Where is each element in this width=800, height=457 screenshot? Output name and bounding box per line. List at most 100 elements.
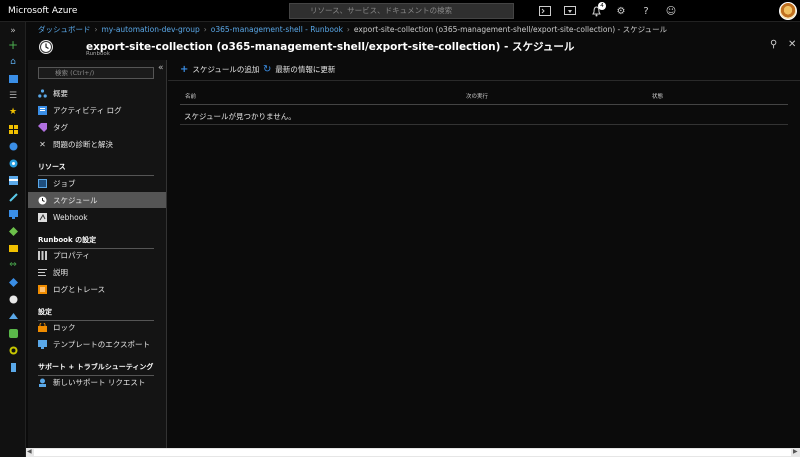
blade-header: export-site-collection (o365-management-… bbox=[26, 37, 800, 59]
column-header-next-run[interactable]: 次の実行 bbox=[466, 92, 488, 100]
close-icon[interactable]: ✕ bbox=[788, 39, 796, 50]
breadcrumb: ダッシュボード › my-automation-dev-group › o365-man… bbox=[38, 24, 667, 36]
menu-item-description[interactable]: 説明 bbox=[28, 264, 166, 280]
directory-filter-icon[interactable] bbox=[563, 4, 577, 18]
scroll-left-icon[interactable]: ◀ bbox=[27, 448, 32, 455]
menu-item-label: 問題の診断と解決 bbox=[53, 139, 113, 149]
page-subtitle: Runbook bbox=[86, 51, 110, 57]
menu-item-label: タグ bbox=[53, 122, 68, 132]
menu-item-label: ロック bbox=[53, 322, 76, 332]
clock-icon bbox=[38, 196, 47, 205]
menu-item-overview[interactable]: 概要 bbox=[28, 85, 166, 101]
main-content: + スケジュールの追加 ↻ 最新の情報に更新 名前 次の実行 状態 スケジュール… bbox=[168, 60, 800, 448]
cloud-shell-icon[interactable] bbox=[538, 4, 552, 18]
feedback-smiley-icon[interactable]: ☺ bbox=[664, 4, 678, 18]
breadcrumb-runbook-link[interactable]: o365-management-shell - Runbook bbox=[211, 25, 343, 34]
active-directory-icon[interactable] bbox=[7, 293, 19, 305]
overview-icon bbox=[38, 88, 47, 98]
dashboard-icon[interactable] bbox=[7, 73, 19, 85]
menu-item-new-support-request[interactable]: 新しいサポート リクエスト bbox=[28, 374, 166, 390]
menu-item-label: ジョブ bbox=[53, 178, 76, 188]
menu-item-label: 概要 bbox=[53, 88, 68, 98]
scrollbar-thumb[interactable] bbox=[34, 449, 791, 456]
menu-item-label: ログとトレース bbox=[53, 284, 106, 294]
create-resource-icon[interactable]: + bbox=[7, 38, 19, 52]
resource-menu: 検索 (Ctrl+/) « 概要 アクティビティ ログ タグ ✕ 問題の診断と解… bbox=[28, 60, 167, 448]
schedule-clock-icon bbox=[39, 40, 53, 54]
menu-item-schedules[interactable]: スケジュール bbox=[28, 192, 166, 208]
notifications-icon[interactable]: 4 bbox=[589, 2, 606, 18]
menu-item-locks[interactable]: ロック bbox=[28, 319, 166, 335]
menu-search-input[interactable]: 検索 (Ctrl+/) bbox=[38, 67, 154, 79]
webhook-icon bbox=[38, 212, 47, 222]
all-services-icon[interactable]: ☰ bbox=[7, 90, 19, 102]
menu-item-label: アクティビティ ログ bbox=[53, 105, 122, 115]
notification-count-badge: 4 bbox=[598, 2, 606, 10]
cost-management-icon[interactable] bbox=[7, 361, 19, 373]
menu-item-label: Webhook bbox=[53, 212, 88, 222]
expand-menu-icon[interactable]: » bbox=[7, 25, 19, 37]
load-balancer-icon[interactable] bbox=[7, 242, 19, 254]
tag-icon bbox=[38, 122, 47, 132]
section-resources: リソース bbox=[38, 162, 154, 176]
function-app-icon[interactable] bbox=[7, 174, 19, 186]
favorites-star-icon[interactable]: ★ bbox=[7, 106, 19, 118]
menu-item-properties[interactable]: プロパティ bbox=[28, 247, 166, 263]
virtual-machines-icon[interactable] bbox=[7, 225, 19, 237]
menu-item-jobs[interactable]: ジョブ bbox=[28, 175, 166, 191]
breadcrumb-resource-group-link[interactable]: my-automation-dev-group bbox=[102, 25, 200, 34]
menu-item-label: プロパティ bbox=[53, 250, 91, 260]
storage-accounts-icon[interactable]: ⇔ bbox=[7, 259, 19, 271]
pin-icon[interactable]: ⚲ bbox=[770, 39, 777, 50]
security-center-icon[interactable] bbox=[7, 344, 19, 356]
left-nav: » + ⌂ ☰ ★ ⇔ bbox=[0, 22, 26, 457]
cosmos-db-icon[interactable] bbox=[7, 208, 19, 220]
export-template-icon bbox=[38, 339, 47, 349]
virtual-networks-icon[interactable] bbox=[7, 276, 19, 288]
properties-icon bbox=[38, 250, 47, 260]
breadcrumb-separator: › bbox=[94, 25, 98, 34]
menu-item-label: 説明 bbox=[53, 267, 68, 277]
horizontal-scrollbar[interactable]: ◀ ▶ bbox=[26, 448, 800, 457]
page-title: export-site-collection (o365-management-… bbox=[86, 41, 575, 53]
menu-item-activity-log[interactable]: アクティビティ ログ bbox=[28, 102, 166, 118]
settings-gear-icon[interactable]: ⚙ bbox=[614, 4, 628, 18]
scroll-right-icon[interactable]: ▶ bbox=[793, 448, 798, 455]
menu-item-tags[interactable]: タグ bbox=[28, 119, 166, 135]
home-icon[interactable]: ⌂ bbox=[7, 56, 19, 68]
global-search-input[interactable]: リソース、サービス、ドキュメントの検索 bbox=[289, 3, 514, 19]
collapse-menu-icon[interactable]: « bbox=[158, 63, 164, 73]
brand-label[interactable]: Microsoft Azure bbox=[8, 6, 77, 16]
support-request-icon bbox=[38, 378, 47, 387]
menu-item-label: スケジュール bbox=[53, 195, 98, 205]
menu-item-logs[interactable]: ログとトレース bbox=[28, 281, 166, 297]
all-resources-icon[interactable] bbox=[7, 123, 19, 135]
resource-groups-icon[interactable] bbox=[7, 140, 19, 152]
user-avatar[interactable] bbox=[779, 2, 797, 20]
monitor-icon[interactable] bbox=[7, 310, 19, 322]
menu-item-diagnose[interactable]: ✕ 問題の診断と解決 bbox=[28, 136, 166, 152]
column-header-status[interactable]: 状態 bbox=[652, 92, 663, 100]
header-divider bbox=[180, 104, 788, 105]
refresh-button[interactable]: ↻ 最新の情報に更新 bbox=[263, 64, 335, 75]
menu-item-export-template[interactable]: テンプレートのエクスポート bbox=[28, 336, 166, 352]
sql-database-icon[interactable] bbox=[7, 191, 19, 203]
app-services-icon[interactable] bbox=[7, 157, 19, 169]
breadcrumb-dashboard-link[interactable]: ダッシュボード bbox=[38, 25, 91, 34]
menu-item-webhook[interactable]: Webhook bbox=[28, 209, 166, 225]
add-schedule-button[interactable]: + スケジュールの追加 bbox=[180, 64, 259, 75]
add-schedule-label: スケジュールの追加 bbox=[192, 65, 260, 74]
help-icon[interactable]: ? bbox=[639, 4, 653, 18]
top-bar: Microsoft Azure リソース、サービス、ドキュメントの検索 4 ⚙ … bbox=[0, 0, 800, 22]
advisor-icon[interactable] bbox=[7, 327, 19, 339]
breadcrumb-separator: › bbox=[203, 25, 207, 34]
menu-item-label: テンプレートのエクスポート bbox=[53, 339, 151, 349]
column-header-name[interactable]: 名前 bbox=[185, 92, 196, 100]
lock-icon bbox=[38, 322, 47, 332]
menu-item-label: 新しいサポート リクエスト bbox=[53, 377, 146, 387]
jobs-icon bbox=[38, 178, 47, 188]
activity-log-icon bbox=[38, 105, 47, 115]
description-icon bbox=[38, 268, 47, 277]
breadcrumb-separator: › bbox=[346, 25, 350, 34]
refresh-label: 最新の情報に更新 bbox=[275, 65, 336, 74]
